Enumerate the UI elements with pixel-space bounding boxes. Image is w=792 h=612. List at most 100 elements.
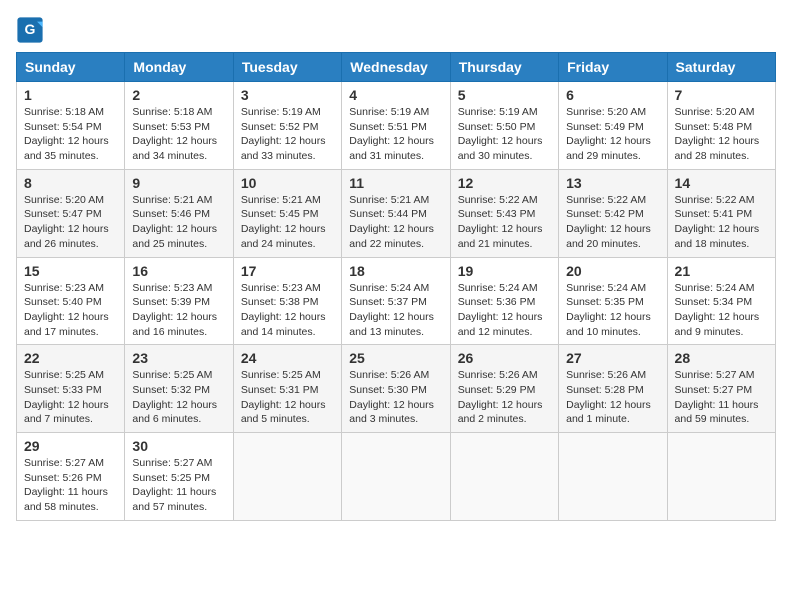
day-number: 8	[24, 175, 117, 191]
calendar-day-7: 7 Sunrise: 5:20 AM Sunset: 5:48 PM Daylig…	[667, 82, 775, 170]
calendar-day-20: 20 Sunrise: 5:24 AM Sunset: 5:35 PM Dayli…	[559, 257, 667, 345]
day-number: 9	[132, 175, 225, 191]
calendar-day-25: 25 Sunrise: 5:26 AM Sunset: 5:30 PM Dayli…	[342, 345, 450, 433]
calendar-week-5: 29 Sunrise: 5:27 AM Sunset: 5:26 PM Dayli…	[17, 433, 776, 521]
calendar-day-12: 12 Sunrise: 5:22 AM Sunset: 5:43 PM Dayli…	[450, 169, 558, 257]
calendar-day-21: 21 Sunrise: 5:24 AM Sunset: 5:34 PM Dayli…	[667, 257, 775, 345]
calendar-day-23: 23 Sunrise: 5:25 AM Sunset: 5:32 PM Dayli…	[125, 345, 233, 433]
day-info: Sunrise: 5:24 AM Sunset: 5:34 PM Dayligh…	[675, 281, 768, 340]
day-number: 5	[458, 87, 551, 103]
calendar-day-26: 26 Sunrise: 5:26 AM Sunset: 5:29 PM Dayli…	[450, 345, 558, 433]
day-number: 28	[675, 350, 768, 366]
day-number: 7	[675, 87, 768, 103]
calendar-day-16: 16 Sunrise: 5:23 AM Sunset: 5:39 PM Dayli…	[125, 257, 233, 345]
col-header-tuesday: Tuesday	[233, 53, 341, 82]
day-info: Sunrise: 5:22 AM Sunset: 5:43 PM Dayligh…	[458, 193, 551, 252]
calendar-day-29: 29 Sunrise: 5:27 AM Sunset: 5:26 PM Dayli…	[17, 433, 125, 521]
day-number: 10	[241, 175, 334, 191]
day-info: Sunrise: 5:25 AM Sunset: 5:31 PM Dayligh…	[241, 368, 334, 427]
day-number: 17	[241, 263, 334, 279]
day-number: 23	[132, 350, 225, 366]
calendar-day-6: 6 Sunrise: 5:20 AM Sunset: 5:49 PM Daylig…	[559, 82, 667, 170]
logo: G	[16, 16, 46, 44]
calendar-empty-cell	[667, 433, 775, 521]
calendar-day-9: 9 Sunrise: 5:21 AM Sunset: 5:46 PM Daylig…	[125, 169, 233, 257]
day-info: Sunrise: 5:22 AM Sunset: 5:42 PM Dayligh…	[566, 193, 659, 252]
calendar-empty-cell	[233, 433, 341, 521]
day-info: Sunrise: 5:26 AM Sunset: 5:28 PM Dayligh…	[566, 368, 659, 427]
day-info: Sunrise: 5:26 AM Sunset: 5:30 PM Dayligh…	[349, 368, 442, 427]
col-header-wednesday: Wednesday	[342, 53, 450, 82]
day-info: Sunrise: 5:18 AM Sunset: 5:54 PM Dayligh…	[24, 105, 117, 164]
day-number: 16	[132, 263, 225, 279]
day-number: 3	[241, 87, 334, 103]
day-info: Sunrise: 5:20 AM Sunset: 5:49 PM Dayligh…	[566, 105, 659, 164]
calendar-day-11: 11 Sunrise: 5:21 AM Sunset: 5:44 PM Dayli…	[342, 169, 450, 257]
day-info: Sunrise: 5:23 AM Sunset: 5:39 PM Dayligh…	[132, 281, 225, 340]
day-number: 1	[24, 87, 117, 103]
day-number: 11	[349, 175, 442, 191]
day-number: 26	[458, 350, 551, 366]
day-info: Sunrise: 5:27 AM Sunset: 5:26 PM Dayligh…	[24, 456, 117, 515]
calendar-day-5: 5 Sunrise: 5:19 AM Sunset: 5:50 PM Daylig…	[450, 82, 558, 170]
day-info: Sunrise: 5:19 AM Sunset: 5:50 PM Dayligh…	[458, 105, 551, 164]
calendar-day-15: 15 Sunrise: 5:23 AM Sunset: 5:40 PM Dayli…	[17, 257, 125, 345]
calendar-week-2: 8 Sunrise: 5:20 AM Sunset: 5:47 PM Daylig…	[17, 169, 776, 257]
day-info: Sunrise: 5:25 AM Sunset: 5:33 PM Dayligh…	[24, 368, 117, 427]
day-number: 12	[458, 175, 551, 191]
calendar-week-1: 1 Sunrise: 5:18 AM Sunset: 5:54 PM Daylig…	[17, 82, 776, 170]
day-number: 2	[132, 87, 225, 103]
logo-icon: G	[16, 16, 44, 44]
calendar-table: SundayMondayTuesdayWednesdayThursdayFrid…	[16, 52, 776, 521]
day-number: 20	[566, 263, 659, 279]
calendar-day-17: 17Sunrise: 5:23 AM Sunset: 5:38 PM Dayli…	[233, 257, 341, 345]
col-header-sunday: Sunday	[17, 53, 125, 82]
day-info: Sunrise: 5:20 AM Sunset: 5:48 PM Dayligh…	[675, 105, 768, 164]
day-number: 18	[349, 263, 442, 279]
day-number: 22	[24, 350, 117, 366]
day-info: Sunrise: 5:19 AM Sunset: 5:51 PM Dayligh…	[349, 105, 442, 164]
day-number: 14	[675, 175, 768, 191]
col-header-saturday: Saturday	[667, 53, 775, 82]
calendar-day-27: 27 Sunrise: 5:26 AM Sunset: 5:28 PM Dayli…	[559, 345, 667, 433]
day-info: Sunrise: 5:23 AM Sunset: 5:40 PM Dayligh…	[24, 281, 117, 340]
calendar-day-8: 8 Sunrise: 5:20 AM Sunset: 5:47 PM Daylig…	[17, 169, 125, 257]
day-info: Sunrise: 5:21 AM Sunset: 5:46 PM Dayligh…	[132, 193, 225, 252]
svg-text:G: G	[25, 21, 36, 37]
calendar-day-28: 28 Sunrise: 5:27 AM Sunset: 5:27 PM Dayli…	[667, 345, 775, 433]
calendar-empty-cell	[559, 433, 667, 521]
calendar-day-10: 10 Sunrise: 5:21 AM Sunset: 5:45 PM Dayli…	[233, 169, 341, 257]
calendar-day-4: 4Sunrise: 5:19 AM Sunset: 5:51 PM Daylig…	[342, 82, 450, 170]
day-number: 19	[458, 263, 551, 279]
day-number: 15	[24, 263, 117, 279]
day-info: Sunrise: 5:20 AM Sunset: 5:47 PM Dayligh…	[24, 193, 117, 252]
calendar-header-row: SundayMondayTuesdayWednesdayThursdayFrid…	[17, 53, 776, 82]
calendar-day-1: 1 Sunrise: 5:18 AM Sunset: 5:54 PM Daylig…	[17, 82, 125, 170]
day-number: 24	[241, 350, 334, 366]
day-info: Sunrise: 5:22 AM Sunset: 5:41 PM Dayligh…	[675, 193, 768, 252]
day-number: 13	[566, 175, 659, 191]
day-number: 6	[566, 87, 659, 103]
calendar-empty-cell	[450, 433, 558, 521]
calendar-day-18: 18Sunrise: 5:24 AM Sunset: 5:37 PM Dayli…	[342, 257, 450, 345]
col-header-thursday: Thursday	[450, 53, 558, 82]
day-number: 27	[566, 350, 659, 366]
day-info: Sunrise: 5:27 AM Sunset: 5:25 PM Dayligh…	[132, 456, 225, 515]
day-info: Sunrise: 5:24 AM Sunset: 5:35 PM Dayligh…	[566, 281, 659, 340]
day-info: Sunrise: 5:25 AM Sunset: 5:32 PM Dayligh…	[132, 368, 225, 427]
calendar-week-4: 22 Sunrise: 5:25 AM Sunset: 5:33 PM Dayli…	[17, 345, 776, 433]
calendar-day-14: 14 Sunrise: 5:22 AM Sunset: 5:41 PM Dayli…	[667, 169, 775, 257]
calendar-day-2: 2Sunrise: 5:18 AM Sunset: 5:53 PM Daylig…	[125, 82, 233, 170]
calendar-day-22: 22 Sunrise: 5:25 AM Sunset: 5:33 PM Dayli…	[17, 345, 125, 433]
day-number: 25	[349, 350, 442, 366]
day-info: Sunrise: 5:19 AM Sunset: 5:52 PM Dayligh…	[241, 105, 334, 164]
calendar-empty-cell	[342, 433, 450, 521]
day-info: Sunrise: 5:26 AM Sunset: 5:29 PM Dayligh…	[458, 368, 551, 427]
day-info: Sunrise: 5:27 AM Sunset: 5:27 PM Dayligh…	[675, 368, 768, 427]
day-number: 21	[675, 263, 768, 279]
day-info: Sunrise: 5:21 AM Sunset: 5:44 PM Dayligh…	[349, 193, 442, 252]
col-header-friday: Friday	[559, 53, 667, 82]
day-info: Sunrise: 5:21 AM Sunset: 5:45 PM Dayligh…	[241, 193, 334, 252]
col-header-monday: Monday	[125, 53, 233, 82]
day-number: 29	[24, 438, 117, 454]
